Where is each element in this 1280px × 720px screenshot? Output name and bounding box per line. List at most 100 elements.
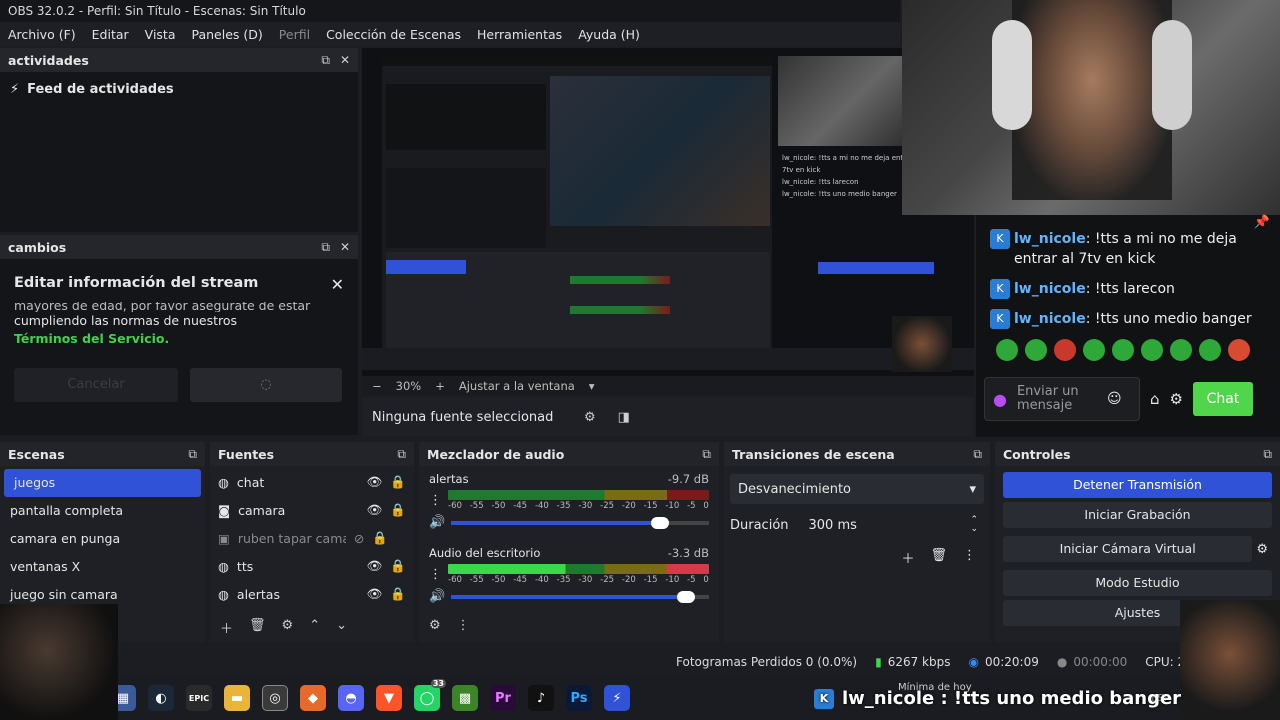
trash-icon[interactable]: 🗑	[930, 548, 947, 567]
undock-icon[interactable]: ⧉	[321, 53, 330, 68]
volume-slider[interactable]	[451, 516, 709, 529]
tiktok-icon[interactable]: ♪	[528, 685, 554, 711]
chevron-down-icon[interactable]: ▾	[589, 379, 595, 393]
brave-icon[interactable]: ▼	[376, 685, 402, 711]
menu-editar[interactable]: Editar	[84, 27, 137, 42]
menu-perfil[interactable]: Perfil	[271, 27, 318, 42]
menu-ayuda[interactable]: Ayuda (H)	[570, 27, 648, 42]
transition-select[interactable]: Desvanecimiento ▾	[730, 474, 984, 504]
zoom-level[interactable]: 30%	[396, 379, 422, 393]
gear-icon[interactable]: ⚙	[584, 410, 596, 425]
scene-item[interactable]: juegos	[4, 469, 201, 497]
store-icon[interactable]: ⌂	[1150, 390, 1160, 408]
gear-icon[interactable]: ⚙	[429, 618, 441, 633]
emote-icon[interactable]	[996, 339, 1018, 361]
scene-item[interactable]: pantalla completa	[0, 497, 205, 525]
emote-icon[interactable]	[1112, 339, 1134, 361]
more-icon[interactable]: ⋮	[429, 493, 442, 508]
gear-icon[interactable]: ⚙	[282, 618, 294, 637]
undock-icon[interactable]: ⧉	[397, 447, 406, 462]
chat-send-button[interactable]: Chat	[1192, 382, 1253, 416]
eye-icon[interactable]: 👁	[367, 474, 383, 490]
chat-username[interactable]: lw_nicole	[1014, 311, 1086, 327]
folder-icon[interactable]: ▬	[224, 685, 250, 711]
zoom-in-icon[interactable]: +	[435, 379, 445, 393]
emote-icon[interactable]	[1054, 339, 1076, 361]
eye-icon[interactable]: 👁	[367, 586, 383, 602]
undock-icon[interactable]: ⧉	[702, 447, 711, 462]
emote-icon[interactable]	[1025, 339, 1047, 361]
program-preview[interactable]: lw_nicole: !tts a mi no me deja entrar a…	[362, 48, 974, 376]
emote-icon[interactable]	[1199, 339, 1221, 361]
source-item[interactable]: ◙ camara 👁 🔒	[210, 496, 414, 524]
menu-paneles[interactable]: Paneles (D)	[184, 27, 271, 42]
slider-handle[interactable]	[651, 516, 670, 529]
lock-icon[interactable]: 🔒	[390, 586, 406, 602]
eye-icon[interactable]: 👁	[367, 558, 383, 574]
duration-spinner[interactable]: 300 ms ⌃ ⌄	[803, 512, 984, 538]
mic-icon[interactable]: ●	[993, 390, 1007, 409]
studio-mode-button[interactable]: Modo Estudio	[1003, 570, 1272, 596]
emote-icon[interactable]	[1170, 339, 1192, 361]
app-icon[interactable]: ◆	[300, 685, 326, 711]
close-icon[interactable]: ✕	[340, 53, 350, 68]
add-icon[interactable]: ＋	[901, 548, 914, 567]
chevron-up-icon[interactable]: ⌃	[309, 618, 320, 637]
undock-icon[interactable]: ⧉	[973, 447, 982, 462]
source-item[interactable]: ◍ chat 👁 🔒	[210, 468, 414, 496]
lock-icon[interactable]: 🔒	[372, 530, 388, 546]
virtual-camera-button[interactable]: Iniciar Cámara Virtual	[1003, 536, 1253, 562]
filters-icon[interactable]: ◨	[618, 410, 630, 425]
volume-slider[interactable]	[451, 590, 709, 603]
emote-icon[interactable]	[1083, 339, 1105, 361]
stop-stream-button[interactable]: Detener Transmisión	[1003, 472, 1272, 498]
lock-icon[interactable]: 🔒	[390, 558, 406, 574]
emote-icon[interactable]	[1228, 339, 1250, 361]
undock-icon[interactable]: ⧉	[1263, 447, 1272, 462]
trash-icon[interactable]: 🗑	[249, 618, 266, 637]
chat-username[interactable]: lw_nicole	[1014, 231, 1086, 247]
obs-icon[interactable]: ◎	[262, 685, 288, 711]
more-icon[interactable]: ⋮	[457, 618, 470, 633]
scene-item[interactable]: camara en punga	[0, 525, 205, 553]
terms-link[interactable]: Términos del Servicio.	[14, 330, 344, 348]
save-button-loading[interactable]: ◌	[190, 368, 342, 402]
close-icon[interactable]: ✕	[331, 275, 344, 294]
minecraft-icon[interactable]: ▩	[452, 685, 478, 711]
zoom-out-icon[interactable]: −	[372, 379, 382, 393]
undock-icon[interactable]: ⧉	[321, 240, 330, 255]
app-icon[interactable]: ⚡	[604, 685, 630, 711]
more-icon[interactable]: ⋮	[963, 548, 976, 567]
chat-input[interactable]: ● Enviar un mensaje ☺	[984, 377, 1140, 421]
source-item[interactable]: ◍ tts 👁 🔒	[210, 552, 414, 580]
menu-herramientas[interactable]: Herramientas	[469, 27, 570, 42]
gear-icon[interactable]: ⚙	[1256, 542, 1268, 557]
close-icon[interactable]: ✕	[340, 240, 350, 255]
whatsapp-icon[interactable]: ◯ 33	[414, 679, 446, 711]
menu-archivo[interactable]: Archivo (F)	[0, 27, 84, 42]
lock-icon[interactable]: 🔒	[390, 502, 406, 518]
more-icon[interactable]: ⋮	[429, 567, 442, 582]
emote-icon[interactable]	[1141, 339, 1163, 361]
menu-vista[interactable]: Vista	[137, 27, 184, 42]
menu-coleccion[interactable]: Colección de Escenas	[318, 27, 469, 42]
chat-username[interactable]: lw_nicole	[1014, 281, 1086, 297]
chevron-down-icon[interactable]: ⌄	[336, 618, 347, 637]
photoshop-icon[interactable]: Ps	[566, 685, 592, 711]
lock-icon[interactable]: 🔒	[390, 474, 406, 490]
fit-window-label[interactable]: Ajustar a la ventana	[459, 379, 575, 393]
emoji-icon[interactable]: ☺	[1107, 391, 1122, 407]
speaker-icon[interactable]: 🔊	[429, 589, 445, 604]
pin-icon[interactable]: 📌	[1254, 215, 1270, 230]
speaker-icon[interactable]: 🔊	[429, 515, 445, 530]
cancel-button[interactable]: Cancelar	[14, 368, 178, 402]
gear-icon[interactable]: ⚙	[1170, 390, 1183, 408]
premiere-icon[interactable]: Pr	[490, 685, 516, 711]
eye-icon[interactable]: 👁	[367, 502, 383, 518]
slider-handle[interactable]	[676, 590, 695, 603]
eye-hidden-icon[interactable]: ⊘	[354, 531, 364, 546]
steam-icon[interactable]: ◐	[148, 685, 174, 711]
start-recording-button[interactable]: Iniciar Grabación	[1003, 502, 1272, 528]
epic-games-icon[interactable]: EPIC	[186, 685, 212, 711]
add-icon[interactable]: ＋	[220, 618, 233, 637]
